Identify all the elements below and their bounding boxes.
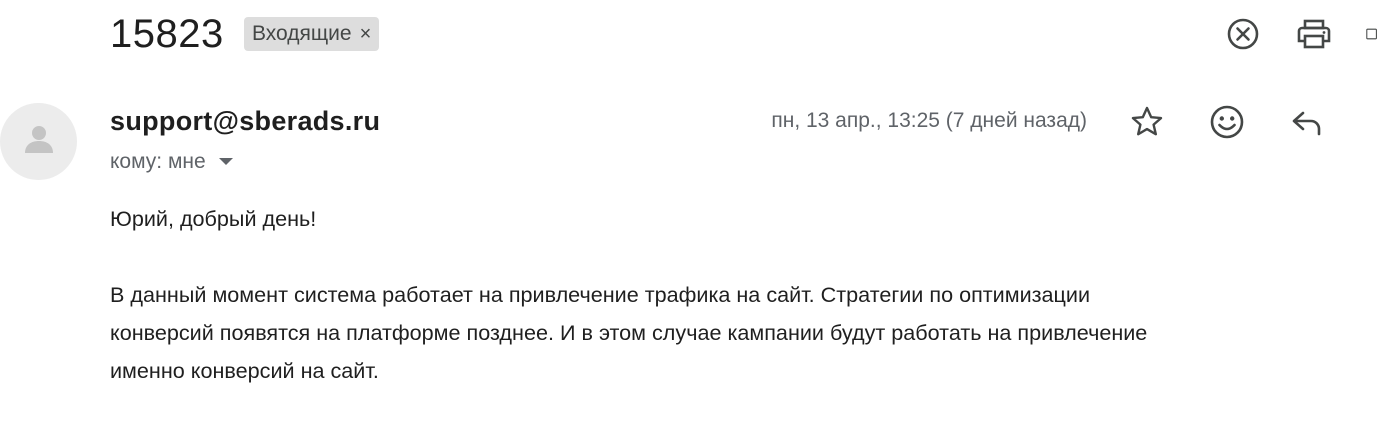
open-new-window-icon[interactable] <box>1366 16 1378 52</box>
email-body: Юрий, добрый день! В данный момент систе… <box>110 200 1370 390</box>
email-greeting: Юрий, добрый день! <box>110 206 317 231</box>
sender-address[interactable]: support@sberads.ru <box>110 103 380 139</box>
email-subject: 15823 <box>110 12 224 56</box>
label-chip-text: Входящие <box>252 22 352 45</box>
remove-label-button[interactable]: × <box>360 24 372 44</box>
print-icon[interactable] <box>1296 16 1332 52</box>
reply-icon[interactable] <box>1287 102 1327 142</box>
email-body-line: именно конверсий на сайт. <box>110 358 379 383</box>
emoji-icon[interactable] <box>1207 102 1247 142</box>
recipient-line: кому: мне <box>110 148 234 176</box>
caret-down-icon[interactable] <box>218 157 234 167</box>
email-date: пн, 13 апр., 13:25 (7 дней назад) <box>771 109 1087 132</box>
email-body-line: конверсий появятся на платформе позднее.… <box>110 320 1148 345</box>
email-body-line: В данный момент система работает на прив… <box>110 282 1091 307</box>
email-view: 15823 Входящие × support@sberads.ru кому… <box>0 0 1378 440</box>
person-icon <box>19 119 59 164</box>
label-chip-inbox: Входящие × <box>244 17 380 51</box>
avatar <box>0 103 77 180</box>
star-icon[interactable] <box>1127 102 1167 142</box>
close-circle-icon[interactable] <box>1225 16 1261 52</box>
recipient-text: кому: мне <box>110 150 206 173</box>
